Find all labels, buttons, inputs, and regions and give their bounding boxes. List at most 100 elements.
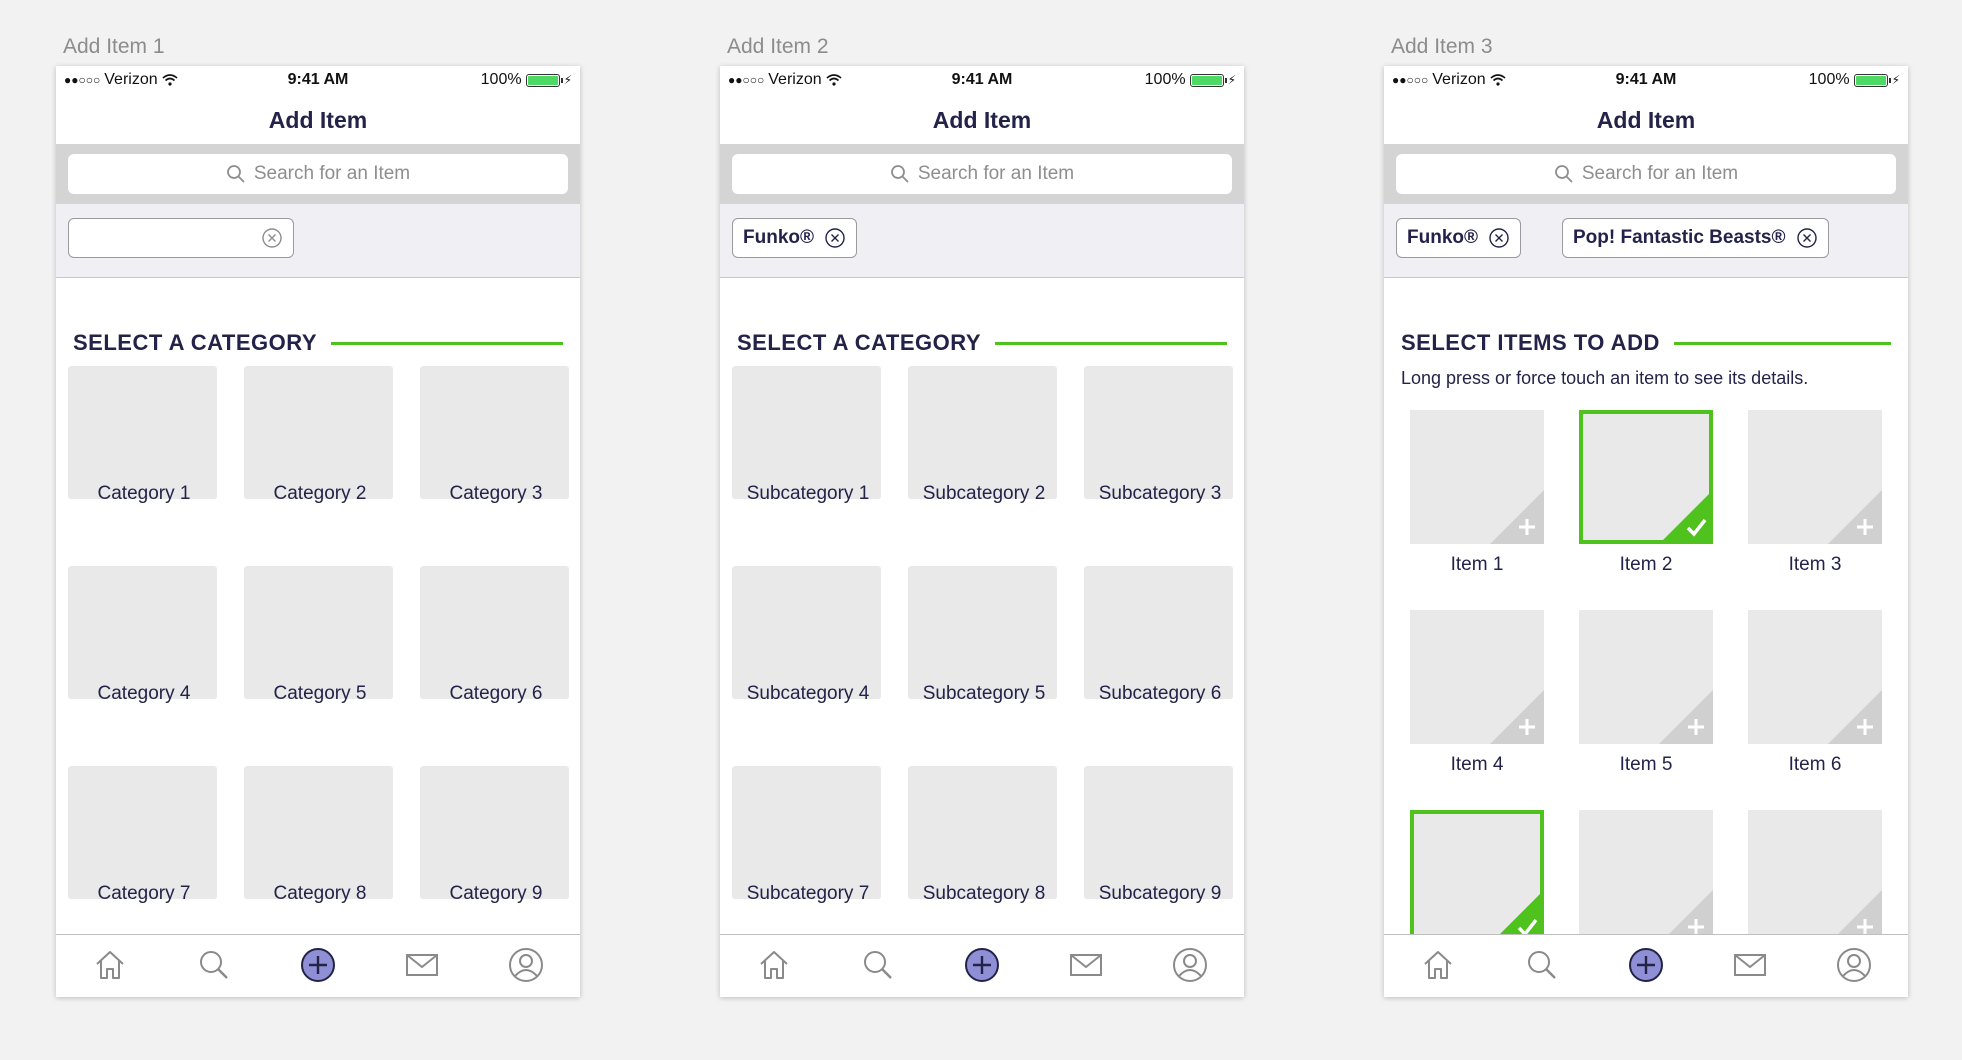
tab-messages[interactable] (404, 947, 440, 983)
category-tile[interactable] (420, 366, 569, 499)
add-corner-icon (1490, 490, 1544, 544)
status-bar: ●●○○○ Verizon 9:41 AM 100% ⚡ (1384, 66, 1908, 96)
tab-profile[interactable] (1836, 947, 1872, 983)
empty-filter-chip[interactable] (68, 218, 294, 258)
tab-messages[interactable] (1068, 947, 1104, 983)
item-tile[interactable] (1748, 610, 1882, 744)
category-tile[interactable] (244, 766, 393, 899)
filter-chip-bar: Funko® (720, 204, 1244, 278)
item-tile[interactable] (1579, 810, 1713, 944)
filter-chip-pop-fantastic-beasts[interactable]: Pop! Fantastic Beasts® (1562, 218, 1829, 258)
category-tile[interactable] (68, 566, 217, 699)
artboard-add-item-1: Add Item 1 ●●○○○ Verizon 9:41 AM 100% ⚡ Ad… (56, 30, 580, 997)
tab-profile[interactable] (508, 947, 544, 983)
clear-icon[interactable] (261, 227, 283, 249)
filter-chip-funko[interactable]: Funko® (1396, 218, 1521, 258)
item-label: Item 5 (1619, 754, 1673, 775)
item-tile[interactable] (1579, 610, 1713, 744)
search-icon (864, 951, 892, 979)
clear-icon[interactable] (1488, 227, 1510, 249)
home-icon (96, 951, 124, 979)
tab-home[interactable] (1420, 947, 1456, 983)
status-bar: ●●○○○ Verizon 9:41 AM 100% ⚡ (720, 66, 1244, 96)
subcategory-tile[interactable] (1084, 566, 1233, 699)
subcategory-label: Subcategory 1 (746, 483, 870, 504)
filter-chip-bar (56, 204, 580, 278)
phone-screen: ●●○○○ Verizon 9:41 AM 100% ⚡ Add Item Sear… (1384, 66, 1908, 997)
tab-home[interactable] (756, 947, 792, 983)
search-bar: Search for an Item (56, 144, 580, 204)
category-tile[interactable] (420, 566, 569, 699)
subcategory-tile[interactable] (1084, 366, 1233, 499)
filter-chip-funko[interactable]: Funko® (732, 218, 857, 258)
item-tile[interactable] (1748, 410, 1882, 544)
subcategory-tile[interactable] (732, 366, 881, 499)
home-icon (760, 951, 788, 979)
item-tile-selected[interactable] (1579, 410, 1713, 544)
subcategory-tile[interactable] (908, 566, 1057, 699)
add-icon (1629, 948, 1663, 982)
category-label: Category 4 (97, 683, 191, 704)
category-label: Category 3 (449, 483, 543, 504)
tab-add[interactable] (300, 947, 336, 983)
clear-icon[interactable] (1796, 227, 1818, 249)
search-icon (1554, 165, 1573, 183)
category-label: Category 1 (97, 483, 191, 504)
clear-icon[interactable] (824, 227, 846, 249)
tab-add[interactable] (1628, 947, 1664, 983)
tab-search[interactable] (1524, 947, 1560, 983)
chip-label: Funko® (1407, 227, 1478, 248)
tab-search[interactable] (860, 947, 896, 983)
subcategory-label: Subcategory 7 (746, 883, 870, 904)
search-icon (226, 165, 245, 183)
subcategory-tile[interactable] (1084, 766, 1233, 899)
section-title: SELECT ITEMS TO ADD (1401, 330, 1660, 355)
subcategory-tile[interactable] (908, 766, 1057, 899)
mail-icon (1734, 954, 1766, 976)
section-divider (1673, 341, 1891, 345)
add-corner-icon (1828, 690, 1882, 744)
charging-icon: ⚡ (1227, 73, 1236, 87)
subcategory-label: Subcategory 4 (746, 683, 870, 704)
search-input[interactable]: Search for an Item (732, 154, 1232, 194)
category-label: Category 2 (273, 483, 367, 504)
tab-bar (1384, 934, 1908, 997)
item-tile-selected[interactable] (1410, 810, 1544, 944)
artboard-label: Add Item 1 (63, 35, 165, 58)
home-icon (1424, 951, 1452, 979)
add-corner-icon (1490, 690, 1544, 744)
category-label: Category 5 (273, 683, 367, 704)
artboard-label: Add Item 2 (727, 35, 829, 58)
subcategory-tile[interactable] (732, 766, 881, 899)
tab-home[interactable] (92, 947, 128, 983)
search-placeholder: Search for an Item (917, 163, 1075, 184)
phone-screen: ●●○○○ Verizon 9:41 AM 100% ⚡ Add Item Sear… (720, 66, 1244, 997)
item-tile[interactable] (1410, 410, 1544, 544)
page-title: Add Item (932, 107, 1032, 133)
tab-search[interactable] (196, 947, 232, 983)
artboard-add-item-2: Add Item 2 ●●○○○ Verizon 9:41 AM 100% ⚡ Ad… (720, 30, 1244, 997)
subcategory-label: Subcategory 5 (922, 683, 1046, 704)
add-corner-icon (1828, 490, 1882, 544)
filter-chip-bar: Funko® Pop! Fantastic Beasts® (1384, 204, 1908, 278)
subcategory-tile[interactable] (732, 566, 881, 699)
item-tile[interactable] (1748, 810, 1882, 944)
category-tile[interactable] (420, 766, 569, 899)
tab-messages[interactable] (1732, 947, 1768, 983)
category-label: Category 8 (273, 883, 367, 904)
category-tile[interactable] (244, 366, 393, 499)
profile-icon (1173, 948, 1207, 982)
tab-add[interactable] (964, 947, 1000, 983)
search-input[interactable]: Search for an Item (68, 154, 568, 194)
item-tile[interactable] (1410, 610, 1544, 744)
check-corner-icon (1663, 494, 1709, 540)
category-tile[interactable] (68, 366, 217, 499)
category-tile[interactable] (68, 766, 217, 899)
subcategory-tile[interactable] (908, 366, 1057, 499)
tab-profile[interactable] (1172, 947, 1208, 983)
search-placeholder: Search for an Item (253, 163, 411, 184)
category-tile[interactable] (244, 566, 393, 699)
search-input[interactable]: Search for an Item (1396, 154, 1896, 194)
search-icon (1528, 951, 1556, 979)
artboard-add-item-3: Add Item 3 ●●○○○ Verizon 9:41 AM 100% ⚡ Ad… (1384, 30, 1908, 997)
